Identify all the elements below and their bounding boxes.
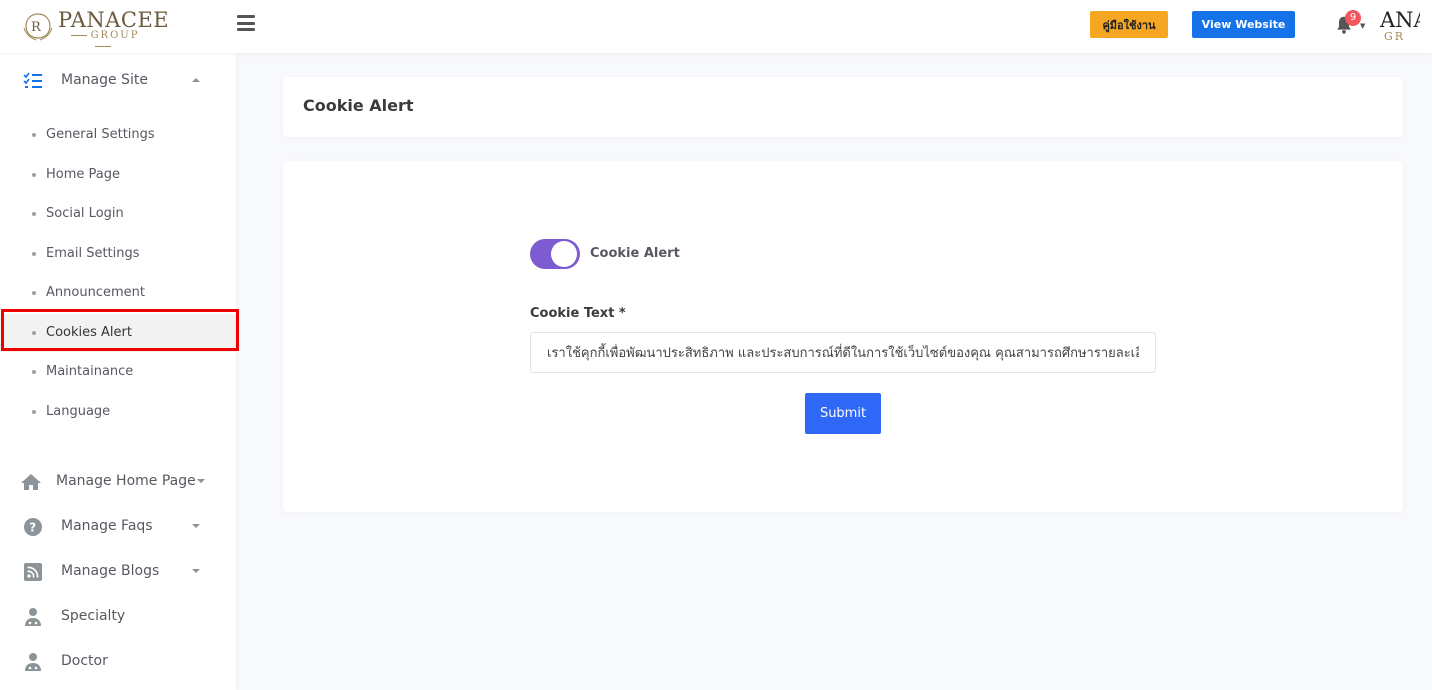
- home-icon: [21, 474, 41, 490]
- cookie-text-label: Cookie Text *: [530, 306, 626, 321]
- toggle-label: Cookie Alert: [590, 246, 680, 261]
- chevron-down-icon: [197, 479, 205, 483]
- sidebar-subitem-label: Home Page: [46, 167, 120, 182]
- submit-button[interactable]: Submit: [805, 393, 881, 434]
- brand-logo[interactable]: R PANACEE GROUP: [20, 8, 169, 44]
- sidebar-subitem-label: Announcement: [46, 285, 145, 300]
- manual-button[interactable]: คู่มือใช้งาน: [1090, 11, 1168, 38]
- sidebar-subitem-label: General Settings: [46, 127, 155, 142]
- question-circle-icon: ?: [24, 518, 42, 536]
- page-title: Cookie Alert: [303, 96, 414, 115]
- sidebar-subitem-general-settings[interactable]: General Settings: [0, 116, 236, 154]
- svg-text:?: ?: [29, 521, 36, 535]
- svg-text:R: R: [31, 20, 42, 35]
- sidebar-item-label: Doctor: [61, 653, 108, 669]
- sidebar-subitem-label: Email Settings: [46, 246, 140, 261]
- top-header: R PANACEE GROUP คู่มือใช้งาน View Websit…: [0, 0, 1432, 53]
- sidebar-item-label: Manage Blogs: [61, 563, 160, 579]
- logo-subtext: GROUP: [58, 30, 148, 52]
- sidebar: Manage Site General Settings Home Page S…: [0, 53, 239, 690]
- chevron-down-icon[interactable]: ▼: [1360, 22, 1365, 30]
- sidebar-item-manage-faqs[interactable]: ? Manage Faqs: [0, 507, 236, 547]
- sidebar-item-manage-home-page[interactable]: Manage Home Page: [0, 462, 236, 502]
- sidebar-subitem-label: Language: [46, 404, 111, 419]
- chevron-up-icon: [192, 78, 200, 82]
- chevron-down-icon: [192, 524, 200, 528]
- doctor-icon: [25, 608, 41, 626]
- user-logo-subtext: GR: [1384, 30, 1406, 43]
- sidebar-item-manage-site[interactable]: Manage Site: [0, 61, 236, 101]
- sidebar-subitem-maintainance[interactable]: Maintainance: [0, 353, 236, 391]
- sidebar-item-doctor[interactable]: Doctor: [0, 642, 236, 682]
- sidebar-subitem-cookies-alert[interactable]: Cookies Alert: [0, 314, 236, 352]
- cookie-alert-form-card: Cookie Alert Cookie Text * Submit: [283, 161, 1403, 512]
- sidebar-item-label: Specialty: [61, 608, 126, 624]
- page-title-card: Cookie Alert: [283, 77, 1403, 137]
- user-brand-logo[interactable]: ANA GR: [1380, 8, 1420, 48]
- sidebar-subitem-home-page[interactable]: Home Page: [0, 156, 236, 194]
- sidebar-item-label: Manage Site: [61, 72, 148, 88]
- toggle-knob: [551, 241, 577, 267]
- sidebar-subitem-label: Social Login: [46, 206, 124, 221]
- sidebar-item-specialty[interactable]: Specialty: [0, 597, 236, 637]
- sidebar-subitem-language[interactable]: Language: [0, 393, 236, 431]
- user-logo-text: ANA: [1380, 8, 1420, 32]
- sidebar-subitem-label: Maintainance: [46, 364, 134, 379]
- sidebar-subitem-announcement[interactable]: Announcement: [0, 274, 236, 312]
- sidebar-subitem-email-settings[interactable]: Email Settings: [0, 235, 236, 273]
- hamburger-menu-icon[interactable]: [237, 15, 255, 31]
- logo-crest-icon: R: [23, 13, 53, 41]
- checklist-icon: [23, 72, 42, 88]
- logo-text: PANACEE: [58, 8, 170, 32]
- notification-badge: 9: [1345, 10, 1361, 26]
- sidebar-item-manage-blogs[interactable]: Manage Blogs: [0, 552, 236, 592]
- cookie-alert-toggle[interactable]: [530, 239, 580, 269]
- sidebar-subitem-label: Cookies Alert: [46, 325, 132, 340]
- view-website-button[interactable]: View Website: [1192, 11, 1295, 38]
- doctor-icon: [25, 653, 41, 671]
- sidebar-item-label: Manage Faqs: [61, 518, 153, 534]
- chevron-down-icon: [192, 569, 200, 573]
- cookie-text-input[interactable]: [530, 332, 1156, 373]
- sidebar-item-label: Manage Home Page: [56, 473, 196, 489]
- rss-icon: [24, 563, 42, 581]
- sidebar-subitem-social-login[interactable]: Social Login: [0, 195, 236, 233]
